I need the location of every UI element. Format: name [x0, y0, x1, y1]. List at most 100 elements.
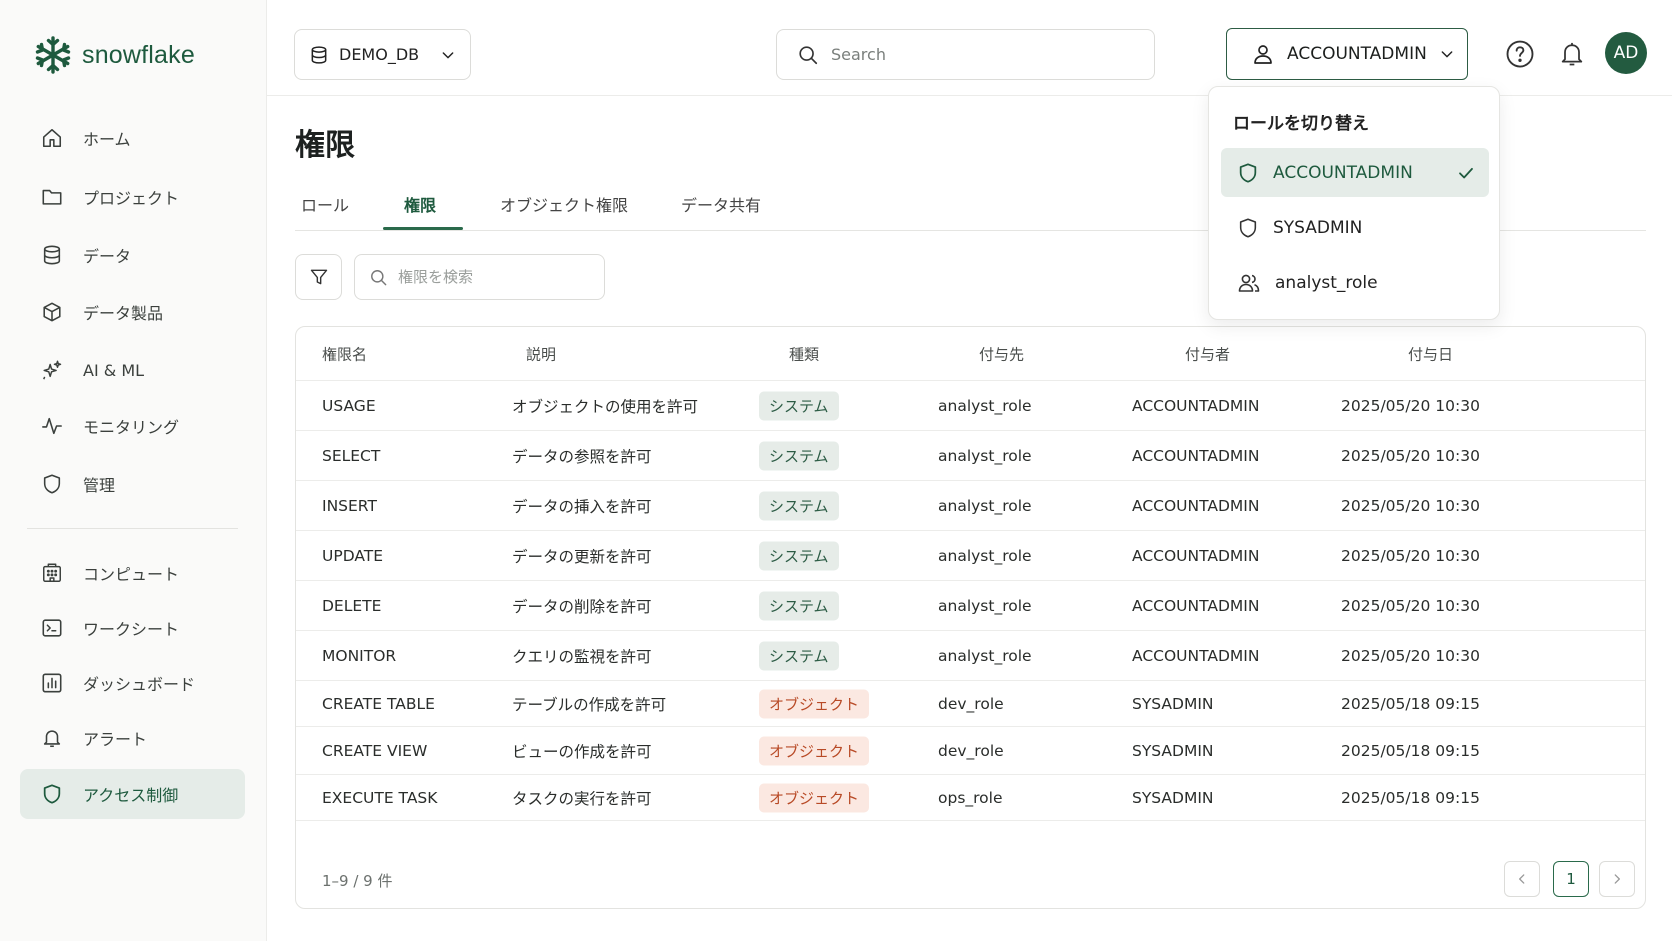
chevron-down-icon: [1439, 46, 1455, 62]
sidebar-item-projects[interactable]: プロジェクト: [20, 172, 245, 222]
privilege-name: INSERT: [322, 496, 377, 515]
type-badge: オブジェクト: [759, 783, 870, 812]
sidebar-item-label: モニタリング: [83, 418, 180, 437]
prev-page-button[interactable]: [1504, 861, 1540, 897]
table-row[interactable]: UPDATE データの更新を許可 システム analyst_role ACCOUNTAD…: [296, 531, 1645, 581]
database-selector[interactable]: DEMO_DB: [294, 29, 471, 80]
sidebar-item-label: AI & ML: [83, 360, 145, 380]
role-selector-button[interactable]: ACCOUNTADMIN: [1226, 28, 1468, 80]
column-header[interactable]: 付与者: [1185, 343, 1230, 364]
sidebar-item-dashboards[interactable]: ダッシュボード: [20, 658, 245, 708]
filter-button[interactable]: [295, 254, 342, 300]
table-row[interactable]: DELETE データの削除を許可 システム analyst_role ACCOUNTAD…: [296, 581, 1645, 631]
sidebar-item-home[interactable]: ホーム: [20, 113, 245, 163]
table-row[interactable]: MONITOR クエリの監視を許可 システム analyst_role ACCOUNTA…: [296, 631, 1645, 681]
table-row[interactable]: EXECUTE TASK タスクの実行を許可 オブジェクト ops_role SYSAD…: [296, 775, 1645, 821]
type-badge: システム: [759, 541, 839, 570]
sidebar-item-alerts[interactable]: アラート: [20, 713, 245, 763]
privilege-name: CREATE VIEW: [322, 741, 428, 760]
granted-by: ACCOUNTADMIN: [1132, 446, 1260, 465]
granted-date: 2025/05/20 10:30: [1341, 646, 1480, 665]
column-header[interactable]: 権限名: [322, 343, 367, 364]
chevron-right-icon: [1610, 872, 1624, 886]
users-icon: [1237, 271, 1261, 295]
tab-roles[interactable]: ロール: [301, 192, 349, 216]
current-role: ACCOUNTADMIN: [1287, 44, 1427, 64]
privileges-table: 権限名 説明 種類 付与先 付与者 付与日 USAGE オブジェクトの使用を許可シ…: [295, 326, 1646, 909]
shield-icon: [1237, 162, 1259, 184]
tab-object-privileges[interactable]: オブジェクト権限: [500, 192, 628, 216]
sidebar-item-compute[interactable]: コンピュート: [20, 548, 245, 598]
granted-date: 2025/05/20 10:30: [1341, 546, 1480, 565]
table-row[interactable]: CREATE TABLE テーブルの作成を許可 オブジェクト dev_role SYSA…: [296, 681, 1645, 727]
table-row[interactable]: USAGE オブジェクトの使用を許可 システム analyst_role ACCOUNT…: [296, 381, 1645, 431]
top-bar: DEMO_DB ACCOUNTADMIN AD: [267, 0, 1672, 96]
database-icon: [40, 243, 64, 267]
filter-icon: [309, 267, 329, 287]
page-button-current[interactable]: 1: [1553, 861, 1589, 897]
sidebar-item-label: 管理: [83, 476, 116, 495]
granted-date: 2025/05/20 10:30: [1341, 396, 1480, 415]
role-option-label: SYSADMIN: [1273, 217, 1363, 238]
privilege-name: SELECT: [322, 446, 381, 465]
type-badge: オブジェクト: [759, 736, 870, 765]
privilege-name: EXECUTE TASK: [322, 788, 438, 807]
sidebar-item-monitoring[interactable]: モニタリング: [20, 401, 245, 451]
privilege-search[interactable]: [354, 254, 605, 300]
granted-by: ACCOUNTADMIN: [1132, 546, 1260, 565]
checkmark-icon: [1457, 164, 1475, 182]
sidebar-item-label: ワークシート: [83, 620, 180, 639]
shield-icon: [1237, 217, 1259, 239]
activity-icon: [40, 414, 64, 438]
global-search[interactable]: [776, 29, 1155, 80]
table-row[interactable]: SELECT データの参照を許可 システム analyst_role ACCOUNTAD…: [296, 431, 1645, 481]
sidebar-item-label: データ製品: [83, 304, 164, 323]
sidebar-item-label: ダッシュボード: [83, 675, 196, 694]
column-header[interactable]: 種類: [789, 343, 819, 364]
privilege-description: データの更新を許可: [512, 547, 652, 566]
privilege-description: データの削除を許可: [512, 597, 652, 616]
role-option-accountadmin[interactable]: ACCOUNTADMIN: [1221, 148, 1489, 197]
database-name: DEMO_DB: [339, 45, 420, 64]
database-icon: [309, 45, 329, 65]
granted-to: dev_role: [938, 741, 1004, 760]
type-badge: オブジェクト: [759, 689, 870, 718]
help-icon[interactable]: [1504, 38, 1536, 70]
column-header[interactable]: 付与先: [979, 343, 1024, 364]
sidebar-item-admin[interactable]: 管理: [20, 459, 245, 509]
next-page-button[interactable]: [1599, 861, 1635, 897]
column-header[interactable]: 説明: [526, 343, 556, 364]
sidebar-item-ai-ml[interactable]: AI & ML: [20, 345, 245, 395]
search-icon: [369, 268, 388, 287]
tab-data-sharing[interactable]: データ共有: [681, 192, 761, 216]
sidebar-item-worksheets[interactable]: ワークシート: [20, 603, 245, 653]
role-option-sysadmin[interactable]: SYSADMIN: [1221, 203, 1489, 252]
notifications-bell-icon[interactable]: [1556, 38, 1588, 70]
granted-by: ACCOUNTADMIN: [1132, 396, 1260, 415]
search-input[interactable]: [831, 45, 1131, 64]
granted-date: 2025/05/20 10:30: [1341, 596, 1480, 615]
bell-icon: [40, 726, 64, 750]
column-header[interactable]: 付与日: [1408, 343, 1453, 364]
role-option-label: analyst_role: [1275, 272, 1378, 293]
shield-icon: [40, 782, 64, 806]
avatar[interactable]: AD: [1605, 32, 1647, 74]
granted-by: ACCOUNTADMIN: [1132, 496, 1260, 515]
privilege-search-input[interactable]: [398, 268, 588, 286]
home-icon: [40, 126, 64, 150]
sidebar-divider: [27, 528, 238, 529]
sidebar-item-access-control[interactable]: アクセス制御: [20, 769, 245, 819]
privilege-description: オブジェクトの使用を許可: [512, 397, 699, 416]
granted-to: analyst_role: [938, 596, 1032, 615]
granted-by: ACCOUNTADMIN: [1132, 596, 1260, 615]
sidebar-item-data-products[interactable]: データ製品: [20, 287, 245, 337]
snowflake-logo[interactable]: snowflake: [32, 34, 195, 76]
granted-by: ACCOUNTADMIN: [1132, 646, 1260, 665]
logo-text: snowflake: [82, 40, 195, 69]
role-option-analyst-role[interactable]: analyst_role: [1221, 258, 1489, 307]
table-row[interactable]: INSERT データの挿入を許可 システム analyst_role ACCOUNTAD…: [296, 481, 1645, 531]
tab-privileges[interactable]: 権限: [404, 192, 436, 216]
sidebar-item-label: コンピュート: [83, 565, 180, 584]
table-row[interactable]: CREATE VIEW ビューの作成を許可 オブジェクト dev_role SYSADM…: [296, 727, 1645, 775]
sidebar-item-data[interactable]: データ: [20, 230, 245, 280]
